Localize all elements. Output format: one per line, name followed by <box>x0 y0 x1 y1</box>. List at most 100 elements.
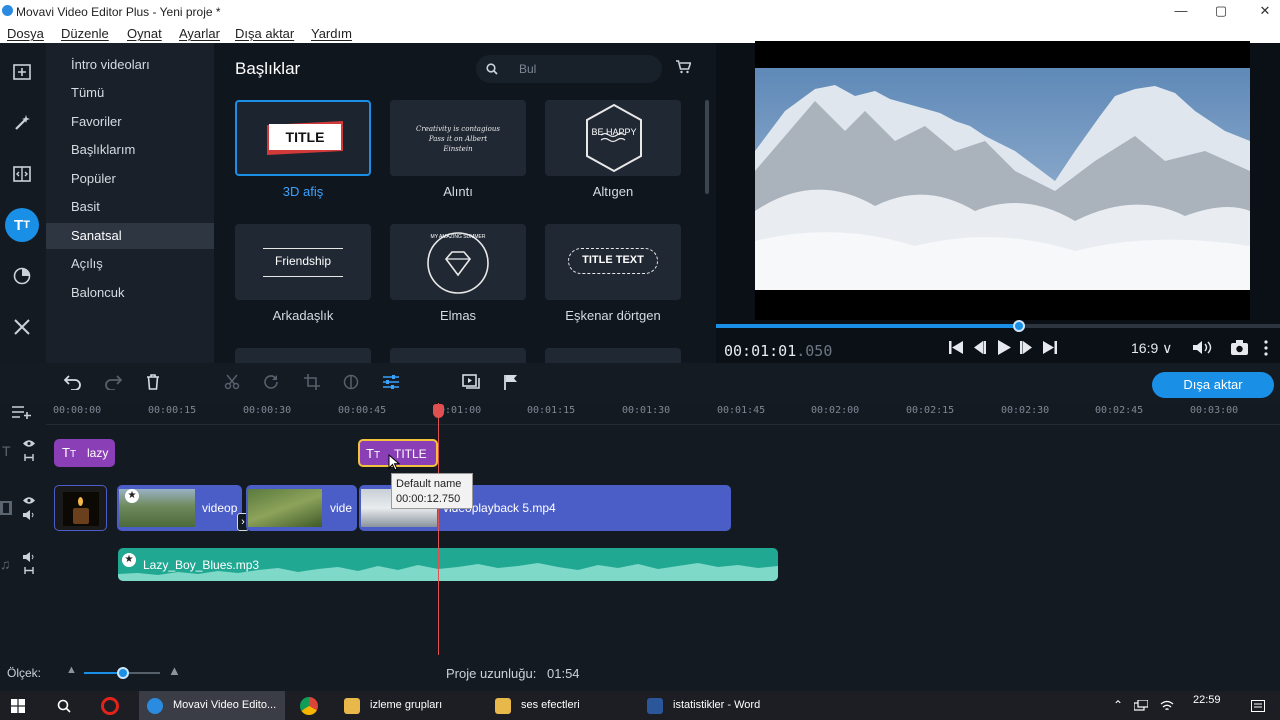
track-volume-icon[interactable] <box>23 510 35 520</box>
scrubber-knob[interactable] <box>1013 320 1025 332</box>
gallery-scrollbar[interactable] <box>705 100 709 194</box>
thumb-preview-text: Friendship <box>274 254 332 268</box>
undo-icon[interactable] <box>64 374 82 390</box>
more-options-icon[interactable] <box>1264 340 1268 356</box>
title-thumb-row3-3[interactable] <box>545 348 681 363</box>
clip-label: videop <box>202 501 238 515</box>
preview-scrubber[interactable] <box>716 320 1280 332</box>
menu-yardim[interactable]: Yardım <box>311 26 352 41</box>
menu-duzenle[interactable]: Düzenle <box>61 26 109 41</box>
category-artistic[interactable]: Sanatsal <box>46 223 214 249</box>
link-icon[interactable] <box>23 453 35 462</box>
network-icon[interactable] <box>1134 700 1148 712</box>
record-voice-icon[interactable] <box>462 374 480 390</box>
clip-properties-icon[interactable] <box>383 374 399 390</box>
menu-dosya[interactable]: Dosya <box>7 26 44 41</box>
visibility-eye-icon[interactable] <box>23 496 35 505</box>
magic-wand-icon[interactable] <box>5 106 39 140</box>
scale-slider-knob[interactable] <box>117 667 129 679</box>
skip-end-icon[interactable] <box>1043 341 1057 354</box>
preview-panel: 00:01:01.050 16:9 ∨ <box>716 41 1280 363</box>
next-frame-icon[interactable] <box>1020 341 1034 354</box>
time-ruler[interactable]: 00:00:00 00:00:15 00:00:30 00:00:45 00:0… <box>46 403 1280 425</box>
category-opening[interactable]: Açılış <box>46 251 214 277</box>
windows-start-icon[interactable] <box>11 699 25 713</box>
tools-icon[interactable] <box>5 310 39 344</box>
track-volume-icon[interactable] <box>23 552 35 562</box>
menu-ayarlar[interactable]: Ayarlar <box>179 26 220 41</box>
ruler-tick: 00:00:30 <box>243 405 292 416</box>
title-thumb-friendship[interactable]: Friendship <box>235 224 371 300</box>
folder-icon <box>344 698 360 714</box>
zoom-in-icon[interactable]: ▲ <box>168 663 181 678</box>
aspect-ratio-select[interactable]: 16:9 ∨ <box>1131 340 1172 357</box>
title-thumb-row3-1[interactable] <box>235 348 371 363</box>
search-icon[interactable] <box>57 699 71 713</box>
play-icon[interactable] <box>997 340 1011 355</box>
color-adjust-icon[interactable] <box>343 374 359 390</box>
category-all[interactable]: Tümü <box>46 80 214 106</box>
rotate-icon[interactable] <box>263 374 279 390</box>
menu-disa-aktar[interactable]: Dışa aktar <box>235 26 294 41</box>
chrome-icon[interactable] <box>300 697 318 715</box>
delete-icon[interactable] <box>146 374 160 390</box>
title-thumb-row3-2[interactable] <box>390 348 526 363</box>
video-clip-3[interactable]: vide <box>246 485 357 531</box>
title-thumb-rhombus[interactable]: TITLE TEXT <box>545 224 681 300</box>
export-button[interactable]: Dışa aktar <box>1152 372 1274 398</box>
category-favorites[interactable]: Favoriler <box>46 109 214 135</box>
playhead[interactable] <box>433 403 444 655</box>
tool-rail: TT <box>0 43 46 363</box>
titles-icon[interactable]: TT <box>5 208 39 242</box>
taskbar-item-folder-1[interactable]: izleme grupları <box>336 691 486 720</box>
wifi-icon[interactable] <box>1160 699 1174 712</box>
window-titlebar: Movavi Video Editor Plus - Yeni proje * … <box>0 0 1280 24</box>
redo-icon[interactable] <box>104 374 122 390</box>
menu-oynat[interactable]: Oynat <box>127 26 162 41</box>
marker-flag-icon[interactable] <box>504 374 518 390</box>
cut-icon[interactable] <box>224 374 240 390</box>
titles-gallery: Başlıklar Bul TITLE 3D afiş Creativity i… <box>214 43 716 363</box>
thumb-preview-text: TITLE TEXT <box>568 248 658 274</box>
title-track-icon: T <box>2 443 11 459</box>
skip-start-icon[interactable] <box>949 341 963 354</box>
video-clip-2[interactable]: ★ videop <box>117 485 242 531</box>
volume-icon[interactable] <box>1193 340 1213 355</box>
category-intro[interactable]: İntro videoları <box>46 52 214 78</box>
video-clip-1[interactable] <box>54 485 107 531</box>
taskbar-item-word[interactable]: istatistikler - Word <box>639 691 789 720</box>
tray-chevron-icon[interactable]: ⌃ <box>1113 698 1123 712</box>
title-thumb-hexagon[interactable]: BE HAPPY <box>545 100 681 176</box>
taskbar-item-movavi[interactable]: Movavi Video Edito... <box>139 691 285 720</box>
title-clip-lazy[interactable]: TT lazy <box>54 439 115 467</box>
stickers-icon[interactable] <box>5 259 39 293</box>
audio-clip[interactable]: ★ Lazy_Boy_Blues.mp3 <box>118 548 778 581</box>
category-basic[interactable]: Basit <box>46 194 214 220</box>
prev-frame-icon[interactable] <box>972 341 986 354</box>
title-thumb-diamond[interactable]: MY AMAZING SUMMER <box>390 224 526 300</box>
minimize-button[interactable]: — <box>1166 3 1196 18</box>
taskbar-item-folder-2[interactable]: ses efectleri <box>487 691 637 720</box>
snapshot-icon[interactable] <box>1231 340 1248 355</box>
category-my-titles[interactable]: Başlıklarım <box>46 137 214 163</box>
search-input[interactable]: Bul <box>476 55 662 83</box>
transitions-icon[interactable] <box>5 157 39 191</box>
zoom-out-icon[interactable]: ▲ <box>66 664 77 676</box>
video-track-icon <box>0 501 12 515</box>
add-track-icon[interactable] <box>12 405 32 419</box>
title-thumb-3d-poster[interactable]: TITLE <box>235 100 371 176</box>
video-frame <box>755 41 1250 320</box>
opera-icon[interactable] <box>101 697 119 715</box>
link-icon[interactable] <box>23 566 35 575</box>
visibility-eye-icon[interactable] <box>23 439 35 448</box>
title-thumb-quote[interactable]: Creativity is contagious Pass it on Albe… <box>390 100 526 176</box>
notifications-icon[interactable] <box>1251 700 1265 712</box>
category-popular[interactable]: Popüler <box>46 166 214 192</box>
windows-taskbar: Movavi Video Edito... izleme grupları se… <box>0 691 1280 720</box>
crop-icon[interactable] <box>304 374 320 390</box>
import-icon[interactable] <box>5 55 39 89</box>
close-button[interactable]: ✕ <box>1250 3 1280 19</box>
maximize-button[interactable]: ▢ <box>1206 3 1236 19</box>
category-bubble[interactable]: Baloncuk <box>46 280 214 306</box>
cart-icon[interactable] <box>675 60 691 74</box>
